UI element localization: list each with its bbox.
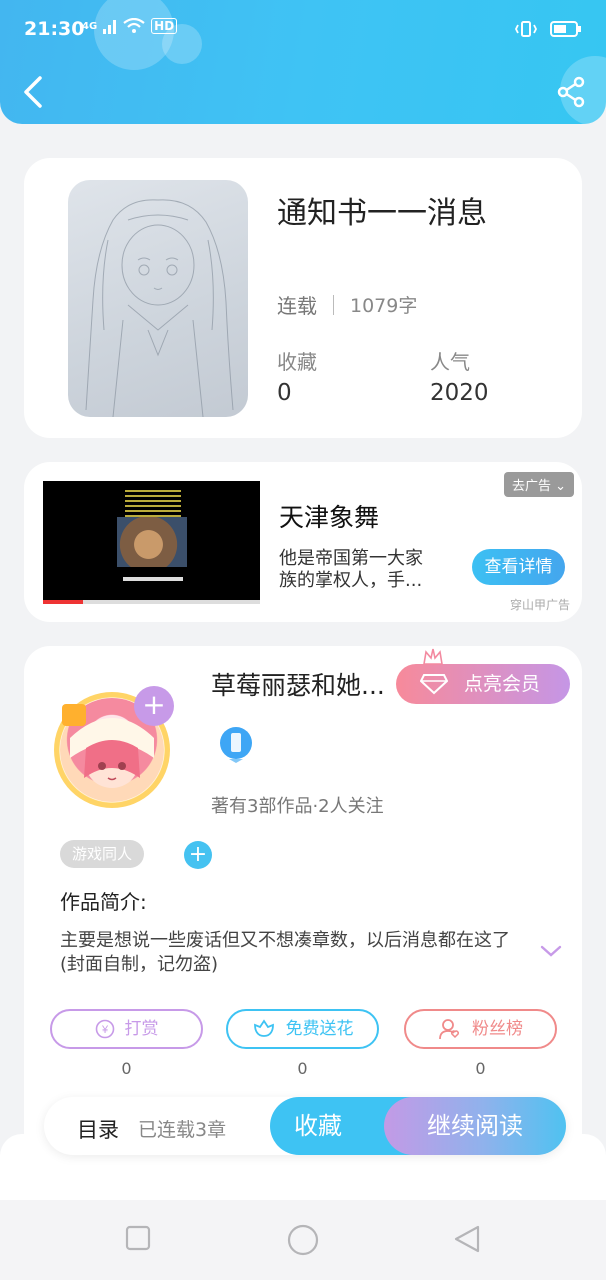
vip-button-label: 点亮会员 <box>464 673 541 695</box>
fan-user-icon <box>439 1019 459 1040</box>
intro-text: 主要是想说一些废话但又不想凑章数，以后消息都在这了(封面自制，记勿盗) <box>60 930 510 975</box>
ad-card[interactable]: 天津象舞 他是帝国第一大家族的掌权人，手... 去广告 ⌄ 查看详情 穿山甲广告 <box>24 462 582 622</box>
status-right-icons <box>514 20 582 38</box>
vibrate-icon <box>514 21 538 37</box>
tip-label: 打赏 <box>124 1019 159 1039</box>
word-count: 1079字 <box>350 295 418 317</box>
flower-count: 0 <box>297 1059 308 1078</box>
follow-plus-button[interactable]: + <box>134 686 174 726</box>
cover-sketch-image <box>85 199 234 417</box>
toc-button[interactable]: 目录 <box>77 1114 119 1144</box>
ad-detail-button[interactable]: 查看详情 <box>472 549 565 585</box>
remove-ad-button[interactable]: 去广告 ⌄ <box>503 472 574 497</box>
ad-source: 穿山甲广告 <box>509 598 570 612</box>
author-meta: 著有3部作品·2人关注 <box>211 796 384 817</box>
home-icon[interactable] <box>286 1224 320 1258</box>
divider <box>333 294 334 315</box>
fan-ranking-label: 粉丝榜 <box>472 1019 523 1039</box>
recent-apps-icon[interactable] <box>124 1224 152 1252</box>
send-flower-button[interactable]: 免费送花 <box>226 1009 379 1049</box>
chevron-down-icon: ⌄ <box>555 479 566 494</box>
crown-icon <box>423 648 443 665</box>
popularity-value: 2020 <box>430 380 489 406</box>
author-badge-icon <box>220 727 252 763</box>
yuan-coin-icon: ¥ <box>95 1019 114 1039</box>
diamond-icon <box>420 674 448 695</box>
favorites-label: 收藏 <box>277 350 317 374</box>
battery-icon <box>550 21 581 37</box>
hd-icon: HD <box>151 18 178 34</box>
ad-video-thumbnail[interactable] <box>43 481 260 604</box>
author-name[interactable]: 草莓丽瑟和她... <box>211 666 385 702</box>
ad-video-frame <box>117 517 187 567</box>
share-button[interactable] <box>556 76 586 108</box>
back-button[interactable] <box>18 72 50 112</box>
tip-button[interactable]: ¥ 打赏 <box>50 1009 203 1049</box>
app-header: 21:30 4G HD <box>0 0 606 124</box>
avatar-hat-icon <box>62 704 86 726</box>
favorites-value: 0 <box>277 380 292 406</box>
remove-ad-label: 去广告 <box>511 479 551 494</box>
expand-chevron-icon[interactable] <box>540 944 562 958</box>
network-type: 4G <box>82 20 98 32</box>
svg-text:¥: ¥ <box>100 1024 108 1036</box>
ad-video-progress-fill <box>43 600 83 604</box>
book-title: 通知书一一消息 <box>277 196 487 231</box>
continue-reading-button[interactable]: 继续阅读 <box>384 1097 566 1155</box>
chapter-count[interactable]: 已连载3章 <box>138 1115 226 1142</box>
popularity-label: 人气 <box>430 350 470 374</box>
ad-video-progress <box>43 600 260 604</box>
wifi-icon <box>123 18 145 33</box>
book-status-row: 连载 1079字 <box>277 290 417 319</box>
serial-status: 连载 <box>277 294 317 318</box>
book-cover[interactable] <box>68 180 248 417</box>
status-time: 21:30 <box>24 18 85 40</box>
system-navigation-bar <box>0 1200 606 1280</box>
ad-title[interactable]: 天津象舞 <box>279 498 379 534</box>
decor-bubble <box>94 0 174 70</box>
ad-video-caption-top <box>125 489 181 517</box>
bottom-action-bar: 目录 已连载3章 收藏 继续阅读 <box>44 1097 566 1155</box>
back-nav-icon[interactable] <box>452 1224 482 1254</box>
intro-label: 作品简介: <box>60 890 147 914</box>
tip-count: 0 <box>121 1059 132 1078</box>
book-info-card: 通知书一一消息 连载 1079字 收藏 0 人气 2020 <box>24 158 582 438</box>
vip-button[interactable]: 点亮会员 <box>396 648 570 704</box>
send-flower-label: 免费送花 <box>285 1019 354 1039</box>
ad-video-caption-bottom <box>123 577 183 581</box>
add-tag-button[interactable]: + <box>184 841 212 869</box>
flower-icon <box>253 1019 274 1037</box>
signal-icon <box>103 20 117 34</box>
ad-description: 他是帝国第一大家族的掌权人，手... <box>279 548 423 591</box>
status-left-icons: 4G HD <box>82 18 178 34</box>
genre-tag[interactable]: 游戏同人 <box>60 840 145 868</box>
fan-count: 0 <box>475 1059 486 1078</box>
fan-ranking-button[interactable]: 粉丝榜 <box>404 1009 557 1049</box>
